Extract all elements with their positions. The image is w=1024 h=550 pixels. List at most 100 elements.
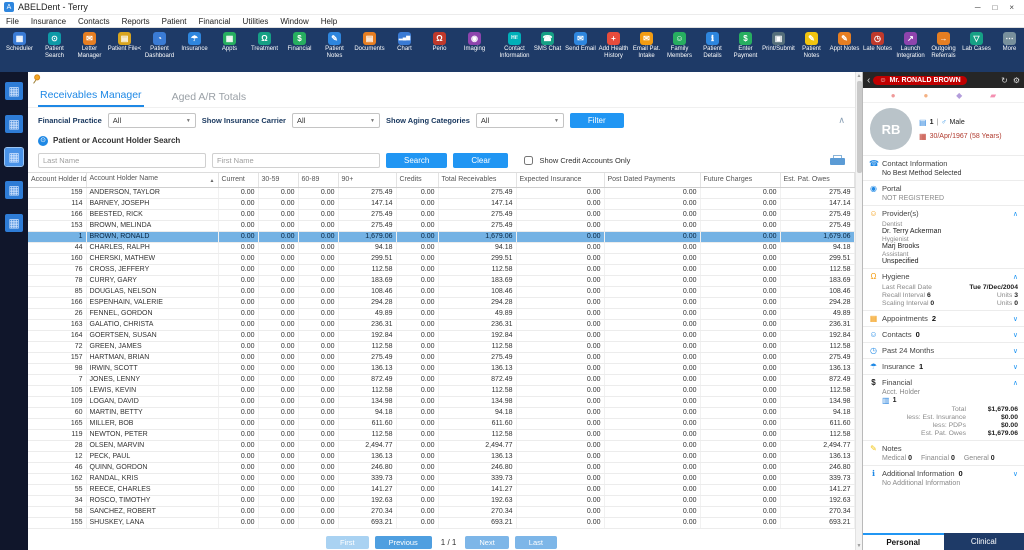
toolbar-appointments-button[interactable]: ▦Appts: [212, 29, 247, 71]
toolbar-perio-button[interactable]: ΩPerio: [422, 29, 457, 71]
pin-icon[interactable]: [31, 73, 42, 85]
table-row[interactable]: 98IRWIN, SCOTT0.000.000.00136.130.00136.…: [28, 363, 854, 374]
patient-name-pill[interactable]: ☺ Mr. RONALD BROWN: [873, 76, 966, 85]
toolbar-family-members-button[interactable]: ☺Family Members: [663, 29, 696, 71]
column-header-future-charges[interactable]: Future Charges: [700, 173, 780, 187]
milestone-flag-icon[interactable]: ◆: [956, 91, 962, 100]
settings-gear-icon[interactable]: ⚙: [1013, 76, 1020, 85]
table-row[interactable]: 162RANDAL, KRIS0.000.000.00339.730.00339…: [28, 473, 854, 484]
menu-insurance[interactable]: Insurance: [25, 17, 72, 26]
toolbar-appt-notes-button[interactable]: ✎Appt Notes: [828, 29, 861, 71]
alert-flag-icon[interactable]: ●: [891, 91, 896, 100]
toolbar-treatment-button[interactable]: ΩTreatment: [247, 29, 282, 71]
table-row[interactable]: 105LEWIS, KEVIN0.000.000.00112.580.00112…: [28, 385, 854, 396]
toolbar-patient-file-button[interactable]: ▤Patient File<: [107, 29, 142, 71]
toolbar-patient-search-button[interactable]: ⊙Patient Search: [37, 29, 72, 71]
menu-help[interactable]: Help: [315, 17, 343, 26]
sidebar-schedule-view-1[interactable]: ▦: [5, 82, 23, 100]
table-row[interactable]: 119NEWTON, PETER0.000.000.00112.580.0011…: [28, 429, 854, 440]
print-icon[interactable]: [830, 155, 845, 165]
filter-dropdown-show-aging-categories[interactable]: All▼: [476, 113, 564, 128]
expand-appointments-icon[interactable]: ∨: [1013, 315, 1018, 323]
column-header-post-dated-payments[interactable]: Post Dated Payments: [604, 173, 700, 187]
toolbar-patient-notes-button[interactable]: ✎Patient Notes: [317, 29, 352, 71]
scrollbar-thumb[interactable]: [857, 81, 862, 173]
table-row[interactable]: 7JONES, LENNY0.000.000.00872.490.00872.4…: [28, 374, 854, 385]
panel-back-icon[interactable]: ‹: [867, 75, 870, 86]
filter-dropdown-financial-practice[interactable]: All▼: [108, 113, 196, 128]
menu-patient[interactable]: Patient: [156, 17, 193, 26]
toolbar-sms-chat-button[interactable]: ☎SMS Chat: [531, 29, 564, 71]
column-header-60-89[interactable]: 60-89: [298, 173, 338, 187]
expand-contacts-icon[interactable]: ∨: [1013, 331, 1018, 339]
column-header-account-holder-id[interactable]: Account Holder Id: [28, 173, 86, 187]
tab-clinical[interactable]: Clinical: [944, 533, 1024, 550]
filter-dropdown-show-insurance-carrier[interactable]: All▼: [292, 113, 380, 128]
collapse-hygiene-icon[interactable]: ∧: [1013, 273, 1018, 281]
table-row[interactable]: 166ESPENHAIN, VALERIE0.000.000.00294.280…: [28, 297, 854, 308]
pagination-first-button[interactable]: First: [326, 536, 369, 549]
table-row[interactable]: 164GOERTSEN, SUSAN0.000.000.00192.840.00…: [28, 330, 854, 341]
search-button[interactable]: Search: [386, 153, 447, 168]
table-row[interactable]: 114BARNEY, JOSEPH0.000.000.00147.140.001…: [28, 198, 854, 209]
toolbar-send-email-button[interactable]: ✉Send Email: [564, 29, 597, 71]
toolbar-imaging-button[interactable]: ◉Imaging: [457, 29, 492, 71]
collapse-providers-icon[interactable]: ∧: [1013, 210, 1018, 218]
toolbar-more-button[interactable]: ⋯More: [993, 29, 1024, 71]
menu-file[interactable]: File: [0, 17, 25, 26]
menu-utilities[interactable]: Utilities: [237, 17, 275, 26]
toolbar-patient-details-button[interactable]: ℹPatient Details: [696, 29, 729, 71]
menu-reports[interactable]: Reports: [116, 17, 156, 26]
toolbar-chart-button[interactable]: ▂▄▆Chart: [387, 29, 422, 71]
column-header-account-holder-name[interactable]: Account Holder Name▲: [86, 173, 218, 187]
table-row[interactable]: 165MILLER, BOB0.000.000.00611.600.00611.…: [28, 418, 854, 429]
toolbar-late-notes-button[interactable]: ◷Late Notes: [861, 29, 894, 71]
sidebar-schedule-view-4[interactable]: ▦: [5, 181, 23, 199]
refresh-icon[interactable]: ↻: [1001, 76, 1008, 85]
table-row[interactable]: 55REECE, CHARLES0.000.000.00141.270.0014…: [28, 484, 854, 495]
toolbar-documents-button[interactable]: ▤Documents: [352, 29, 387, 71]
table-row[interactable]: 76CROSS, JEFFERY0.000.000.00112.580.0011…: [28, 264, 854, 275]
table-row[interactable]: 155SHUSKEY, LANA0.000.000.00693.210.0069…: [28, 517, 854, 528]
menu-financial[interactable]: Financial: [193, 17, 237, 26]
table-row[interactable]: 163GALATIO, CHRISTA0.000.000.00236.310.0…: [28, 319, 854, 330]
table-row[interactable]: 34ROSCO, TIMOTHY0.000.000.00192.630.0019…: [28, 495, 854, 506]
menu-window[interactable]: Window: [274, 17, 314, 26]
toolbar-lab-cases-button[interactable]: ▽Lab Cases: [960, 29, 993, 71]
scroll-up-icon[interactable]: ▲: [857, 72, 862, 80]
toolbar-email-patient-intake-button[interactable]: ✉Email Pat. Intake: [630, 29, 663, 71]
toolbar-launch-integration-button[interactable]: ↗Launch Integration: [894, 29, 927, 71]
toolbar-patient-dashboard-button[interactable]: ◔Patient Dashboard: [142, 29, 177, 71]
table-row[interactable]: 153BROWN, MELINDA0.000.000.00275.490.002…: [28, 220, 854, 231]
column-header-current[interactable]: Current: [218, 173, 258, 187]
toolbar-insurance-button[interactable]: ☂Insurance: [177, 29, 212, 71]
toolbar-financial-button[interactable]: $Financial: [282, 29, 317, 71]
first-name-input[interactable]: [212, 153, 380, 168]
table-row[interactable]: 58SANCHEZ, ROBERT0.000.000.00270.340.002…: [28, 506, 854, 517]
toolbar-patient-notes-2-button[interactable]: ✎Patient Notes: [795, 29, 828, 71]
menu-contacts[interactable]: Contacts: [72, 17, 116, 26]
column-header-expected-insurance[interactable]: Expected Insurance: [516, 173, 604, 187]
toolbar-contact-information-button[interactable]: Hi!Contact Information: [498, 29, 531, 71]
table-row[interactable]: 157HARTMAN, BRIAN0.000.000.00275.490.002…: [28, 352, 854, 363]
column-header-credits[interactable]: Credits: [396, 173, 438, 187]
expand-past24-icon[interactable]: ∨: [1013, 347, 1018, 355]
filter-button[interactable]: Filter: [570, 113, 624, 128]
table-row[interactable]: 46QUINN, GORDON0.000.000.00246.800.00246…: [28, 462, 854, 473]
eraser-flag-icon[interactable]: ▰: [990, 91, 996, 100]
table-row[interactable]: 12PECK, PAUL0.000.000.00136.130.00136.13…: [28, 451, 854, 462]
column-header-est-pat-owes[interactable]: Est. Pat. Owes: [780, 173, 854, 187]
table-row[interactable]: 1BROWN, RONALD0.000.000.001,679.060.001,…: [28, 231, 854, 242]
tab-personal[interactable]: Personal: [863, 533, 944, 550]
collapse-filters-icon[interactable]: ∧: [838, 115, 845, 126]
recall-flag-icon[interactable]: ●: [923, 91, 928, 100]
toolbar-add-health-history-button[interactable]: +Add Health History: [597, 29, 630, 71]
pagination-last-button[interactable]: Last: [515, 536, 557, 549]
table-row[interactable]: 44CHARLES, RALPH0.000.000.0094.180.0094.…: [28, 242, 854, 253]
toolbar-outgoing-referrals-button[interactable]: →Outgoing Referrals: [927, 29, 960, 71]
table-row[interactable]: 78CURRY, GARY0.000.000.00183.690.00183.6…: [28, 275, 854, 286]
sidebar-schedule-view-3[interactable]: ▦: [5, 148, 23, 166]
column-header-30-59[interactable]: 30-59: [258, 173, 298, 187]
toolbar-scheduler-button[interactable]: ▦Scheduler: [2, 29, 37, 71]
table-row[interactable]: 160CHERSKI, MATHEW0.000.000.00299.510.00…: [28, 253, 854, 264]
